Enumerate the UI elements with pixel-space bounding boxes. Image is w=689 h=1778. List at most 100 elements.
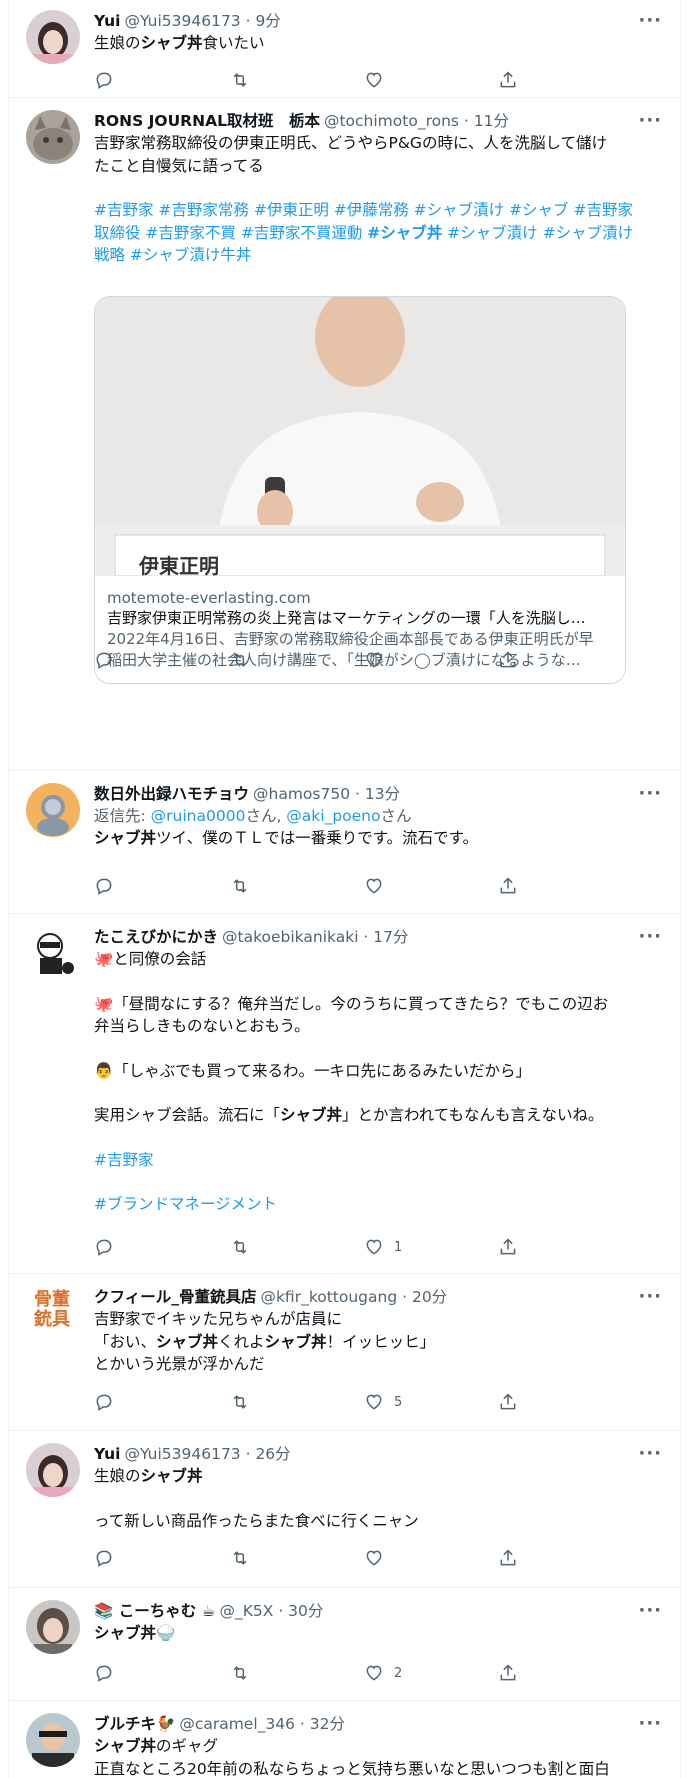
- link-card-image-caption: 伊東正明: [138, 554, 219, 576]
- reply-icon: [96, 1550, 112, 1567]
- retweet-button[interactable]: [230, 650, 250, 670]
- author-name[interactable]: ブルチキ🐓: [94, 1713, 175, 1735]
- reply-icon: [96, 1239, 112, 1256]
- author-handle[interactable]: @tochimoto_rons · 11分: [324, 110, 509, 132]
- retweet-button[interactable]: [230, 1392, 250, 1412]
- tweet[interactable]: ··· RONS JOURNAL取材班 栃本 @tochimoto_rons ·…: [8, 98, 680, 771]
- tweet[interactable]: ··· たこえびかにかき @takoebikanikaki · 17分 🐙と同僚…: [8, 914, 680, 1274]
- author-name[interactable]: Yui: [94, 1443, 120, 1465]
- mention-link[interactable]: @ruina0000: [151, 807, 246, 825]
- timeline: ··· Yui @Yui53946173 · 9分 生娘のシャブ丼食いたい ··…: [0, 0, 689, 1778]
- tweet[interactable]: 骨董 銃具 ··· クフィール_骨董銃具店 @kfir_kottougang ·…: [8, 1274, 680, 1431]
- reply-button[interactable]: [94, 1548, 114, 1568]
- retweet-button[interactable]: [230, 1663, 250, 1683]
- tweet-text: 生娘のシャブ丼食いたい: [94, 34, 265, 52]
- author-handle[interactable]: @Yui53946173 · 9分: [124, 10, 280, 32]
- heart-icon: [366, 72, 382, 88]
- retweet-icon: [233, 1551, 247, 1565]
- author-name[interactable]: Yui: [94, 10, 120, 32]
- avatar[interactable]: [26, 1600, 80, 1654]
- author-name[interactable]: 数日外出録ハモチョウ: [94, 783, 249, 805]
- author-handle[interactable]: @kfir_kottougang · 20分: [260, 1286, 447, 1308]
- tweet-text: シャブ丼のギャグ 正直なところ20年前の私ならちょっと気持ち悪いなと思いつつも割…: [94, 1737, 610, 1778]
- hashtag-link[interactable]: #吉野家: [94, 1149, 662, 1172]
- share-icon: [500, 877, 516, 894]
- avatar[interactable]: [26, 1713, 80, 1767]
- share-icon: [500, 71, 516, 88]
- author-handle[interactable]: @Yui53946173 · 26分: [124, 1443, 290, 1465]
- like-button[interactable]: [364, 1548, 384, 1568]
- link-card[interactable]: 伊東正明 motemote-everlasting.com 吉野家伊東正明常務の…: [94, 296, 626, 684]
- retweet-icon: [233, 879, 247, 893]
- avatar[interactable]: [26, 1443, 80, 1497]
- avatar[interactable]: [26, 926, 80, 980]
- link-card-title: 吉野家伊東正明常務の炎上発言はマーケティングの一環「人を洗脳し…: [107, 609, 586, 627]
- author-handle[interactable]: @_K5X · 30分: [220, 1600, 324, 1622]
- share-button[interactable]: [498, 876, 518, 896]
- reply-icon: [96, 652, 112, 669]
- retweet-button[interactable]: [230, 1548, 250, 1568]
- avatar[interactable]: [26, 10, 80, 64]
- share-button[interactable]: [498, 1392, 518, 1412]
- mention-link[interactable]: @aki_poeno: [286, 807, 380, 825]
- tweet-text: シャブ丼ツイ、僕のＴＬでは一番乗りです。流石です。: [94, 829, 479, 847]
- reply-icon: [96, 1665, 112, 1682]
- avatar[interactable]: [26, 783, 80, 837]
- like-button[interactable]: [364, 650, 384, 670]
- reply-button[interactable]: [94, 1237, 114, 1257]
- reply-button[interactable]: [94, 876, 114, 896]
- retweet-button[interactable]: [230, 1237, 250, 1257]
- avatar-text: 銃具: [34, 1309, 70, 1330]
- like-button[interactable]: [364, 70, 384, 90]
- share-button[interactable]: [498, 1548, 518, 1568]
- tweet-text: シャブ丼🍚: [94, 1624, 176, 1642]
- author-handle[interactable]: @caramel_346 · 32分: [179, 1713, 345, 1735]
- hashtag-link[interactable]: #ブランドマネージメント: [94, 1193, 662, 1216]
- tweet-text: 吉野家常務取締役の伊東正明氏、どうやらP&Gの時に、人を洗脳して儲け たこと自慢…: [94, 132, 662, 267]
- reply-button[interactable]: [94, 1392, 114, 1412]
- like-button[interactable]: 5: [364, 1392, 402, 1412]
- reply-button[interactable]: [94, 1663, 114, 1683]
- share-button[interactable]: [498, 1237, 518, 1257]
- author-handle[interactable]: @takoebikanikaki · 17分: [222, 926, 409, 948]
- tweet-actions: [94, 876, 564, 900]
- share-button[interactable]: [498, 1663, 518, 1683]
- share-button[interactable]: [498, 650, 518, 670]
- hashtag-line[interactable]: 戦略 #シャブ漬け牛丼: [94, 244, 662, 267]
- author-name[interactable]: 📚 こーちゃむ ☕: [94, 1600, 216, 1622]
- retweet-button[interactable]: [230, 70, 250, 90]
- tweet[interactable]: ··· 数日外出録ハモチョウ @hamos750 · 13分 返信先: @rui…: [8, 771, 680, 914]
- tweet-actions: [94, 1548, 564, 1572]
- like-button[interactable]: 2: [364, 1663, 402, 1683]
- avatar[interactable]: [26, 110, 80, 164]
- replying-to: 返信先: @ruina0000さん, @aki_poenoさん: [94, 807, 412, 825]
- retweet-icon: [233, 73, 247, 87]
- reply-icon: [96, 878, 112, 895]
- tweet[interactable]: ··· 📚 こーちゃむ ☕ @_K5X · 30分 シャブ丼🍚 2: [8, 1588, 680, 1701]
- tweet-actions: 2: [94, 1663, 564, 1687]
- hashtag-line[interactable]: #吉野家 #吉野家常務 #伊東正明 #伊藤常務 #シャブ漬け #シャブ #吉野家: [94, 199, 662, 222]
- link-card-image: 伊東正明: [95, 297, 625, 576]
- heart-icon: [366, 1665, 382, 1681]
- tweet-actions: 5: [94, 1392, 564, 1416]
- retweet-button[interactable]: [230, 876, 250, 896]
- share-button[interactable]: [498, 70, 518, 90]
- hashtag-line[interactable]: 取締役 #吉野家不買 #吉野家不買運動 #シャブ丼 #シャブ漬け #シャブ漬け: [94, 222, 662, 245]
- reply-button[interactable]: [94, 650, 114, 670]
- reply-button[interactable]: [94, 70, 114, 90]
- tweet[interactable]: ··· Yui @Yui53946173 · 26分 生娘のシャブ丼 って新しい…: [8, 1431, 680, 1588]
- like-button[interactable]: [364, 876, 384, 896]
- heart-icon: [366, 1394, 382, 1410]
- author-name[interactable]: たこえびかにかき: [94, 926, 218, 948]
- like-button[interactable]: 1: [364, 1237, 402, 1257]
- avatar[interactable]: 骨董 銃具: [30, 1288, 74, 1332]
- author-name[interactable]: RONS JOURNAL取材班 栃本: [94, 110, 320, 132]
- tweet[interactable]: ··· Yui @Yui53946173 · 9分 生娘のシャブ丼食いたい: [8, 0, 680, 98]
- author-handle[interactable]: @hamos750 · 13分: [253, 783, 400, 805]
- tweet-actions: [94, 70, 564, 94]
- author-name[interactable]: クフィール_骨董銃具店: [94, 1286, 256, 1308]
- link-card-domain: motemote-everlasting.com: [107, 589, 311, 607]
- tweet[interactable]: ··· ブルチキ🐓 @caramel_346 · 32分 シャブ丼のギャグ 正直…: [8, 1701, 680, 1778]
- tweet-text: 吉野家でイキッた兄ちゃんが店員に 「おい、シャブ丼くれよシャブ丼！イッヒッヒ」 …: [94, 1310, 436, 1373]
- retweet-icon: [233, 1666, 247, 1680]
